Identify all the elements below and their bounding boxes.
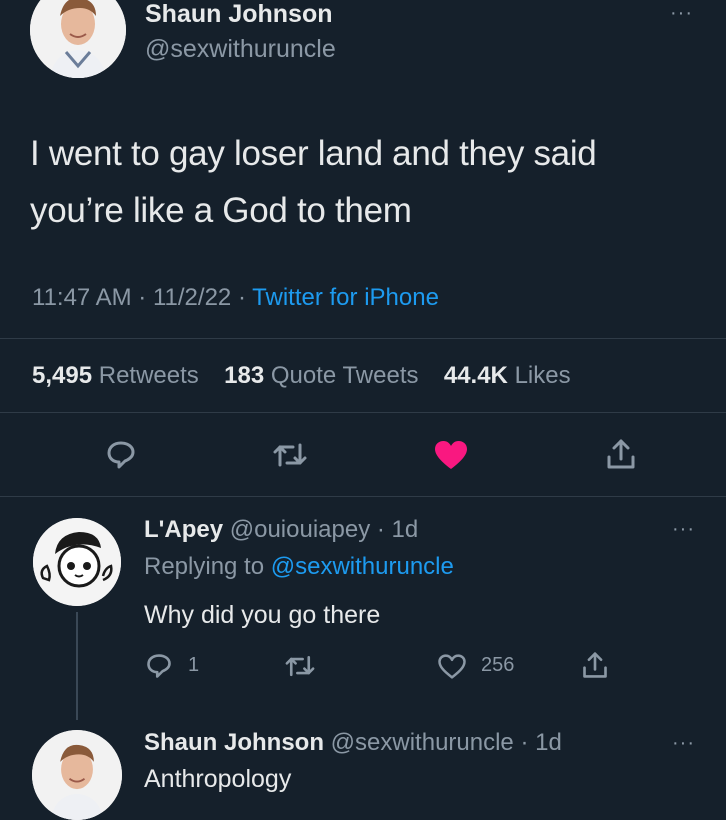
tweet-date: 11/2/22 [152, 284, 232, 311]
likes-count: 44.4K [443, 362, 508, 389]
tweet-time: 11:47 AM [32, 284, 132, 311]
reply1-author-name[interactable]: L'Apey [144, 516, 223, 543]
reply1-retweet-icon[interactable] [282, 651, 318, 681]
reply1-reply-icon[interactable] [144, 651, 174, 681]
reply1-more-icon[interactable]: ··· [672, 519, 695, 539]
reply2-avatar-photo [32, 730, 122, 820]
author-handle[interactable]: @sexwithuruncle [145, 35, 336, 64]
divider-1 [0, 338, 726, 339]
author-avatar[interactable] [30, 0, 126, 78]
tweet-stats: 5,495 Retweets 183 Quote Tweets 44.4K Li… [32, 362, 571, 390]
more-icon[interactable]: ··· [670, 3, 693, 23]
divider-3 [0, 496, 726, 497]
retweets-count: 5,495 [32, 362, 93, 389]
reply1-share-icon[interactable] [580, 649, 610, 681]
tweet-text: I went to gay loser land and they said y… [30, 125, 597, 239]
tweet-text-line2: you’re like a God to them [30, 191, 412, 230]
reply1-avatar-drawing [33, 518, 121, 606]
retweet-icon[interactable] [270, 437, 310, 473]
reply2-author-name[interactable]: Shaun Johnson [144, 729, 324, 756]
reply1-avatar[interactable] [33, 518, 121, 606]
likes-label: Likes [514, 362, 571, 389]
reply2-age[interactable]: 1d [535, 729, 562, 756]
quotes-label: Quote Tweets [270, 362, 419, 389]
retweets-label: Retweets [98, 362, 199, 389]
likes-stat[interactable]: 44.4K Likes [444, 362, 571, 389]
reply1-header: L'Apey @ouiouiapey · 1d [144, 516, 419, 543]
heart-outline-icon[interactable] [436, 652, 468, 680]
tweet-text-line1: I went to gay loser land and they said [30, 134, 597, 173]
reply2-avatar[interactable] [32, 730, 122, 820]
quotes-count: 183 [224, 362, 265, 389]
reply2-header: Shaun Johnson @sexwithuruncle · 1d [144, 729, 562, 756]
quotes-stat[interactable]: 183 Quote Tweets [224, 362, 418, 389]
reply-icon[interactable] [103, 437, 139, 473]
reply2-text: Anthropology [144, 765, 292, 793]
reply1-reply-count: 1 [188, 654, 200, 676]
replying-to-handle[interactable]: @sexwithuruncle [271, 553, 454, 580]
heart-filled-icon[interactable] [432, 438, 470, 472]
avatar-photo [30, 0, 126, 78]
tweet-meta: 11:47 AM · 11/2/22 · Twitter for iPhone [32, 284, 439, 311]
reply1-author-handle[interactable]: @ouiouiapey [230, 516, 370, 543]
reply1-like-count: 256 [481, 654, 515, 676]
author-name[interactable]: Shaun Johnson [145, 0, 333, 29]
share-icon[interactable] [603, 436, 639, 472]
tweet-source-link[interactable]: Twitter for iPhone [252, 284, 439, 311]
reply1-text: Why did you go there [144, 601, 381, 629]
reply2-author-handle[interactable]: @sexwithuruncle [331, 729, 514, 756]
reply2-more-icon[interactable]: ··· [672, 733, 695, 753]
replying-to-label: Replying to [144, 553, 265, 580]
reply1-replying-to: Replying to @sexwithuruncle [144, 553, 454, 581]
reply1-age[interactable]: 1d [392, 516, 419, 543]
divider-2 [0, 412, 726, 413]
retweets-stat[interactable]: 5,495 Retweets [32, 362, 199, 389]
thread-line [76, 612, 78, 720]
